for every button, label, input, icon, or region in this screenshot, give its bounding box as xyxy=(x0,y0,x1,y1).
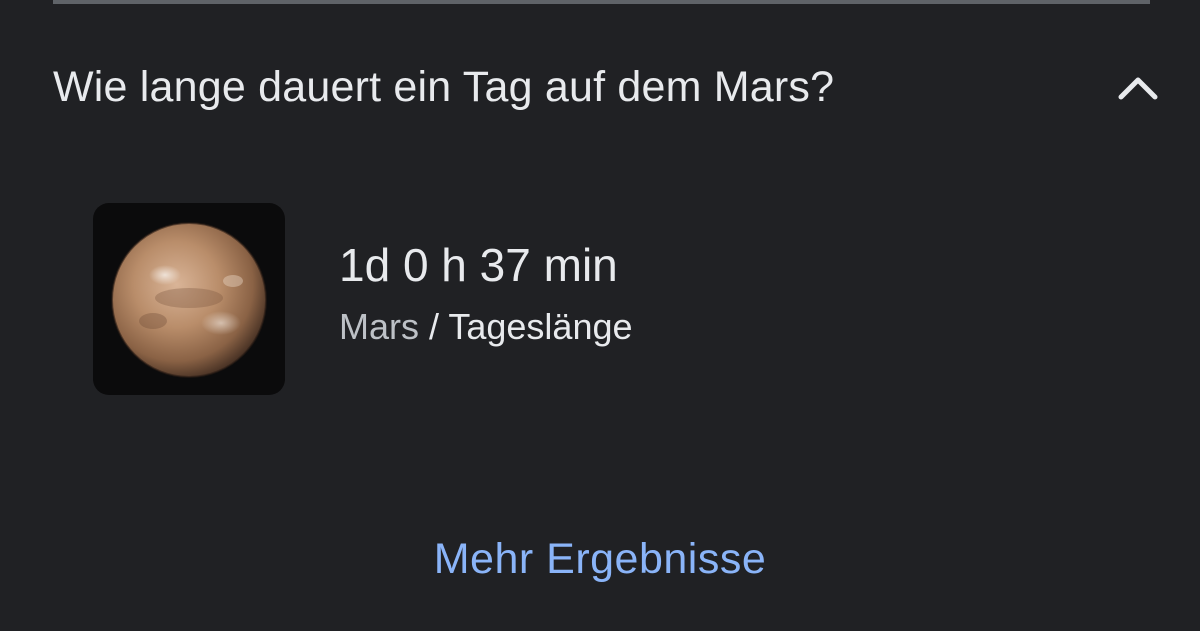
top-divider xyxy=(53,0,1150,4)
source-attribute: Tageslänge xyxy=(448,306,633,347)
source-separator: / xyxy=(419,306,449,347)
source-entity-link[interactable]: Mars xyxy=(339,306,419,347)
answer-value: 1d 0 h 37 min xyxy=(339,239,618,291)
answer-card: 1d 0 h 37 min Mars / Tageslänge xyxy=(93,203,633,395)
faq-question-text: Wie lange dauert ein Tag auf dem Mars? xyxy=(53,62,835,111)
more-results-link[interactable]: Mehr Ergebnisse xyxy=(434,535,767,583)
faq-question-row[interactable]: Wie lange dauert ein Tag auf dem Mars? xyxy=(53,52,1158,122)
mars-planet-image xyxy=(93,203,285,395)
more-results-row: Mehr Ergebnisse xyxy=(0,535,1200,584)
chevron-up-icon[interactable] xyxy=(1108,57,1168,117)
answer-source: Mars / Tageslänge xyxy=(339,305,633,349)
